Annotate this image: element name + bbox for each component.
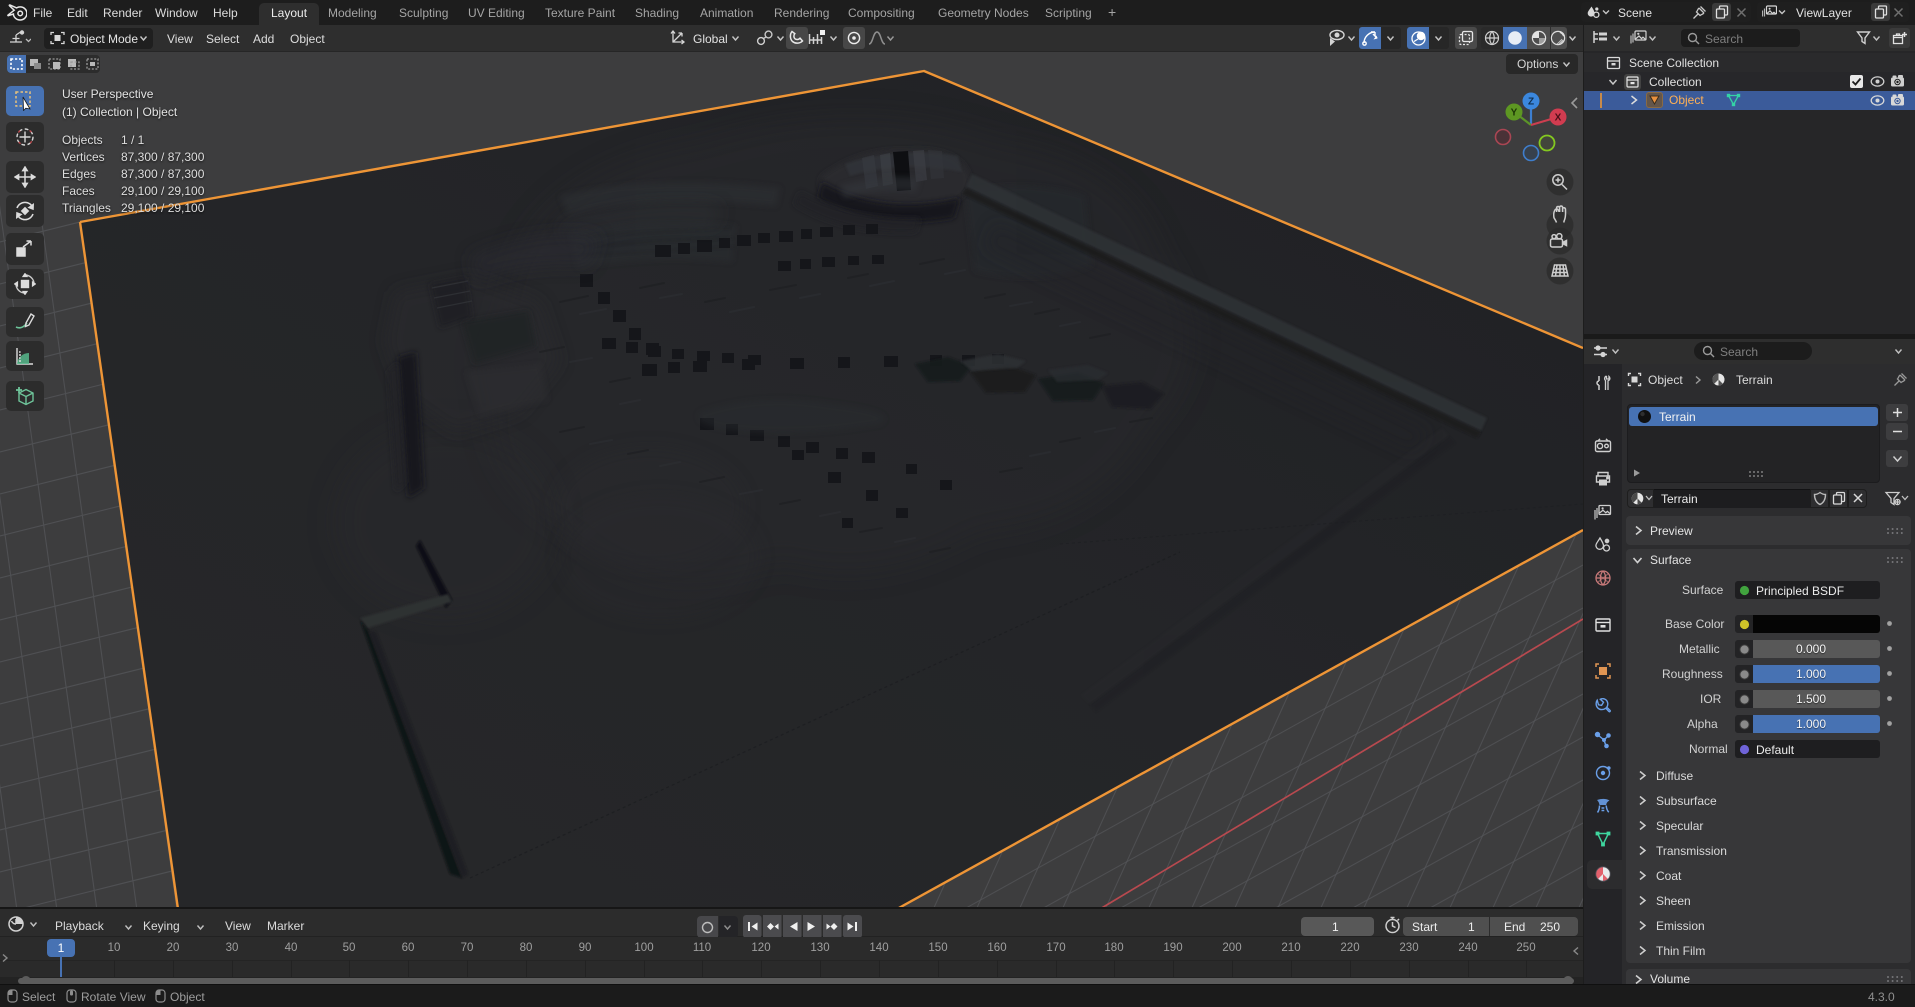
svg-text:Y: Y bbox=[1511, 108, 1518, 119]
svg-text:Z: Z bbox=[1528, 97, 1534, 108]
svg-text:X: X bbox=[1555, 113, 1562, 124]
